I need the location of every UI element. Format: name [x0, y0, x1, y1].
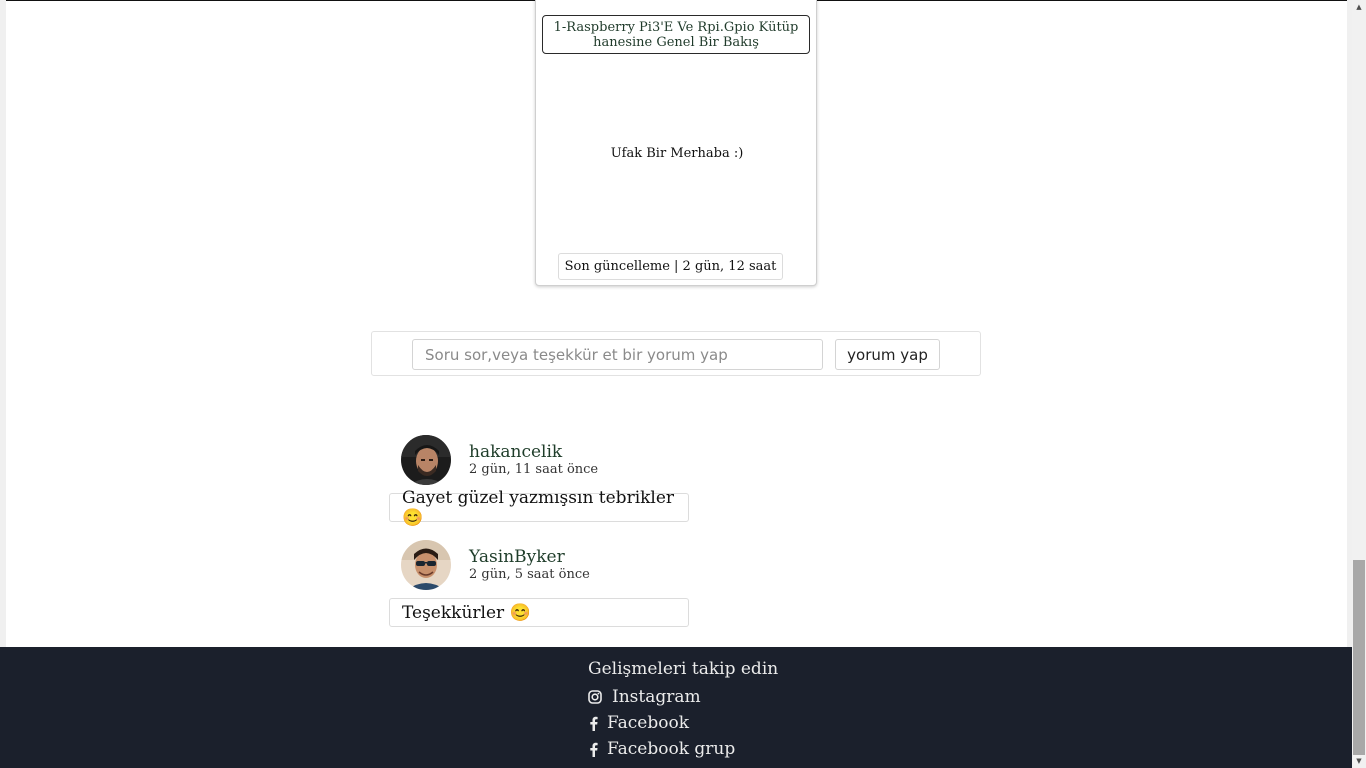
comment-input[interactable] — [412, 339, 823, 370]
avatar[interactable] — [401, 435, 451, 485]
post-card: 1-Raspberry Pi3'E Ve Rpi.Gpio Kütüphanes… — [535, 0, 817, 286]
page-left-gutter — [0, 0, 6, 647]
footer: Gelişmeleri takip edin Instagram Faceboo… — [0, 647, 1352, 768]
comment-item: YasinByker 2 gün, 5 saat önce Teşekkürle… — [389, 539, 689, 629]
vertical-scrollbar[interactable]: ▲ ▼ — [1352, 0, 1366, 768]
post-description: Ufak Bir Merhaba :) — [610, 146, 744, 161]
submit-comment-button[interactable]: yorum yap — [835, 339, 940, 370]
comment-time: 2 gün, 5 saat önce — [469, 567, 590, 582]
scroll-down-arrow-icon[interactable]: ▼ — [1352, 755, 1366, 767]
instagram-label: Instagram — [612, 687, 701, 707]
comment-form: yorum yap — [371, 331, 981, 376]
comment-username[interactable]: YasinByker — [469, 547, 565, 567]
facebook-label: Facebook — [607, 713, 690, 733]
avatar[interactable] — [401, 540, 451, 590]
footer-title: Gelişmeleri takip edin — [588, 659, 779, 679]
facebook-link[interactable]: Facebook — [588, 713, 689, 733]
comment-text: Teşekkürler 😊 — [389, 598, 689, 627]
comment-username[interactable]: hakancelik — [469, 442, 562, 462]
facebook-icon — [588, 741, 598, 757]
post-title-link[interactable]: 1-Raspberry Pi3'E Ve Rpi.Gpio Kütüphanes… — [542, 15, 810, 54]
scroll-up-arrow-icon[interactable]: ▲ — [1352, 1, 1366, 13]
comment-text: Gayet güzel yazmışsın tebrikler 😊 — [389, 488, 689, 528]
last-updated-badge: Son güncelleme | 2 gün, 12 saat — [558, 253, 783, 280]
comment-time: 2 gün, 11 saat önce — [469, 462, 599, 477]
instagram-icon — [588, 689, 602, 705]
facebook-group-link[interactable]: Facebook grup — [588, 739, 735, 759]
facebook-group-label: Facebook grup — [607, 739, 736, 759]
instagram-link[interactable]: Instagram — [588, 687, 701, 707]
comment-item: hakancelik 2 gün, 11 saat önce Gayet güz… — [389, 434, 689, 528]
facebook-icon — [588, 715, 598, 731]
scrollbar-thumb[interactable] — [1353, 560, 1365, 755]
